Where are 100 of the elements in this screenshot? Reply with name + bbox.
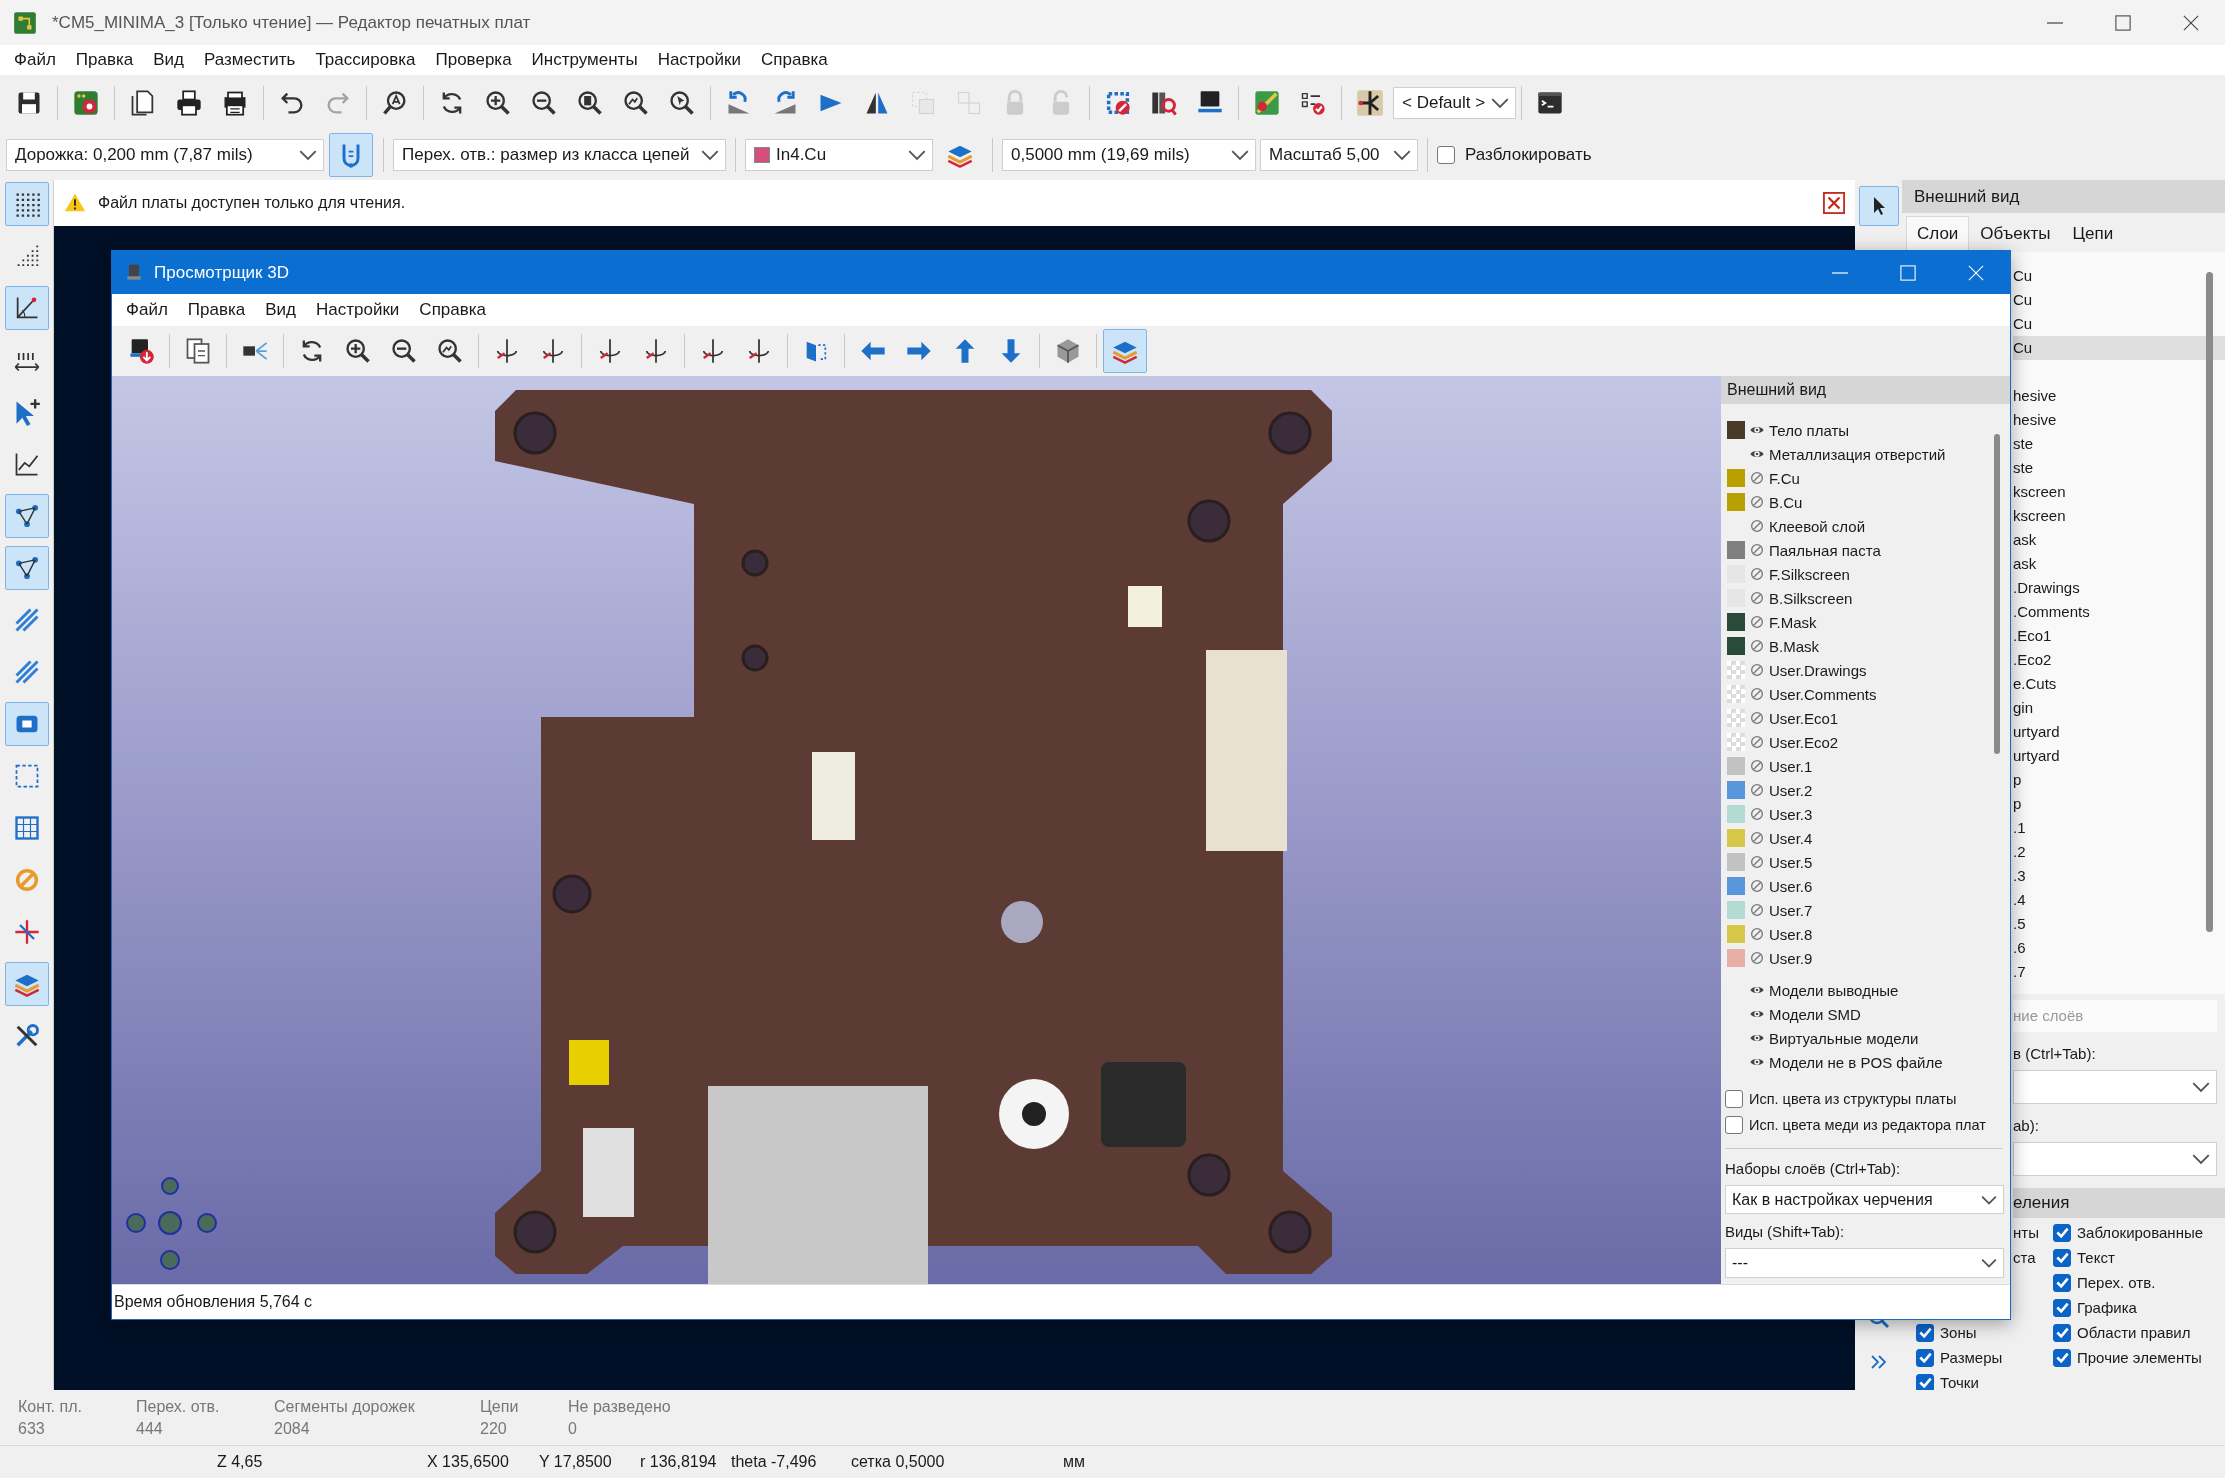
layer-swatch[interactable] [1727,637,1745,655]
checkbox[interactable] [2053,1323,2071,1342]
checkbox[interactable] [2053,1348,2071,1367]
menu-item[interactable]: Файл [4,47,66,73]
profile-dropdown[interactable]: < Default > [1393,86,1517,119]
scrollbar[interactable] [2206,272,2213,932]
menu-item[interactable]: Файл [116,297,178,323]
filter-label: нты [2013,1223,2039,1243]
tab[interactable]: Объекты [1969,216,2062,252]
layer-row[interactable]: ste [2013,432,2225,456]
layer-swatch[interactable] [1727,877,1745,895]
menu-item[interactable]: Проверка [425,47,522,73]
layer-swatch[interactable] [1727,781,1745,799]
menu-item[interactable]: Инструменты [521,47,648,73]
menu-item[interactable]: Справка [409,297,497,323]
layer-swatch[interactable] [1727,613,1745,631]
checkbox[interactable] [1916,1348,1934,1367]
layer-row[interactable]: .Comments [2013,600,2225,624]
layer-swatch[interactable] [1727,541,1745,559]
layer-row[interactable]: ask [2013,528,2225,552]
layer-swatch[interactable] [1727,805,1745,823]
layer-swatch[interactable] [1727,733,1745,751]
views-dropdown[interactable] [2013,1142,2217,1176]
layer-swatch[interactable] [1727,421,1745,439]
layer-name: User.6 [1769,877,1813,895]
via-size-dropdown[interactable]: Перех. отв.: размер из класса цепей [393,139,726,171]
layer-row[interactable]: ask [2013,552,2225,576]
layer-swatch[interactable] [1727,757,1745,775]
layer-row[interactable]: Cu [2013,312,2225,336]
layer-swatch[interactable] [1727,829,1745,847]
status-text: r 136,8194 [640,1453,718,1471]
layer-row[interactable]: e.Cuts [2013,672,2225,696]
checkmark-icon [1918,1351,1932,1364]
layer-row[interactable]: p [2013,792,2225,816]
layer-swatch[interactable] [1727,925,1745,943]
layer-row[interactable]: hesive [2013,408,2225,432]
layer-dropdown[interactable]: In4.Cu [745,139,933,171]
menu-item[interactable]: Трассировка [305,47,426,73]
checkmark-icon [2055,1351,2069,1364]
layer-swatch[interactable] [1727,901,1745,919]
track-width-dropdown[interactable]: Дорожка: 0,200 mm (7,87 mils) [6,139,324,171]
scrollbar[interactable] [1994,434,2000,754]
checkbox[interactable] [1725,1115,1743,1134]
checkbox[interactable] [2053,1248,2071,1267]
layer-row[interactable]: p [2013,768,2225,792]
checkbox[interactable] [1437,146,1455,164]
layer-row[interactable]: kscreen [2013,504,2225,528]
checkbox-label: Области правил [2077,1324,2191,1341]
layer-swatch[interactable] [1727,469,1745,487]
layer-swatch[interactable] [1727,685,1745,703]
section-header: еления [2013,1188,2225,1218]
layer-swatch[interactable] [1727,949,1745,967]
tab[interactable]: Цепи [2061,216,2125,252]
layer-row[interactable]: Cu [2013,336,2225,360]
layer-swatch[interactable] [1727,493,1745,511]
menu-item[interactable]: Вид [255,297,306,323]
layer-row[interactable]: hesive [2013,384,2225,408]
layer-name: User.Eco2 [1769,733,1839,751]
model-name: Модели не в POS файле [1769,1053,1943,1071]
menu-item[interactable]: Вид [143,47,194,73]
layer-row[interactable]: urtyard [2013,720,2225,744]
layer-row[interactable]: .4 [2013,888,2225,912]
presets-dropdown[interactable]: Как в настройках черчения [1725,1184,2004,1215]
layer-row[interactable]: .Eco2 [2013,648,2225,672]
checkbox[interactable] [2053,1273,2071,1292]
layer-swatch[interactable] [1727,709,1745,727]
layer-row[interactable]: Cu [2013,288,2225,312]
layer-row[interactable]: .5 [2013,912,2225,936]
layer-row[interactable]: .Drawings [2013,576,2225,600]
layer-row[interactable]: .7 [2013,960,2225,984]
checkbox[interactable] [1725,1089,1743,1108]
layer-row[interactable]: .Eco1 [2013,624,2225,648]
checkbox[interactable] [1916,1323,1934,1342]
layer-row[interactable]: urtyard [2013,744,2225,768]
menu-item[interactable]: Правка [65,47,144,73]
checkbox[interactable] [2053,1298,2071,1317]
menu-item[interactable]: Правка [177,297,256,323]
layer-swatch[interactable] [1727,661,1745,679]
layer-row[interactable]: .2 [2013,840,2225,864]
layer-swatch[interactable] [1727,853,1745,871]
menu-item[interactable]: Настройки [306,297,410,323]
stat-value: 444 [136,1418,164,1439]
layer-row[interactable]: .3 [2013,864,2225,888]
layer-row[interactable]: kscreen [2013,480,2225,504]
layer-row[interactable]: .1 [2013,816,2225,840]
zoom-dropdown[interactable]: Масштаб 5,00 [1260,139,1418,171]
layer-row[interactable]: gin [2013,696,2225,720]
layer-row[interactable]: Cu [2013,264,2225,288]
views-dropdown[interactable]: --- [1725,1248,2004,1278]
presets-dropdown[interactable] [2013,1070,2217,1104]
menu-item[interactable]: Справка [751,47,838,73]
checkbox[interactable] [2053,1223,2071,1242]
checkbox[interactable] [1916,1373,1934,1392]
layer-row[interactable]: .6 [2013,936,2225,960]
menu-item[interactable]: Разместить [194,47,306,73]
menu-item[interactable]: Настройки [647,47,751,73]
tab[interactable]: Слои [1906,216,1970,252]
layer-row[interactable]: ste [2013,456,2225,480]
views-label: ab): [2013,1116,2039,1136]
grid-dropdown[interactable]: 0,5000 mm (19,69 mils) [1002,139,1256,171]
